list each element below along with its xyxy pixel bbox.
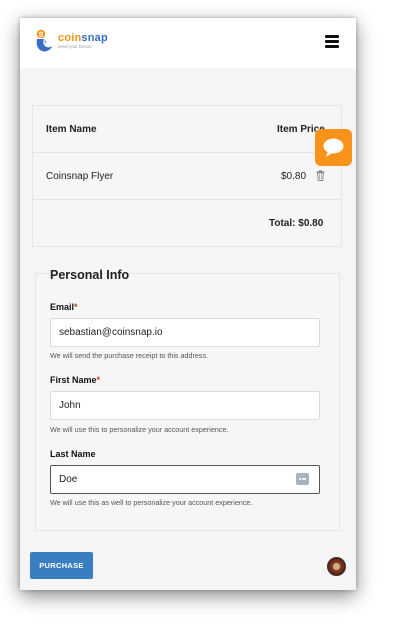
cart-total-row: Total: $0.80	[33, 200, 341, 247]
first-name-field[interactable]: John	[50, 391, 320, 420]
trash-icon[interactable]	[316, 170, 325, 182]
avatar[interactable]	[327, 557, 346, 576]
svg-text:₿: ₿	[39, 32, 44, 39]
cart-item-row: Coinsnap Flyer $0.80	[33, 153, 341, 200]
phone-frame: ₿ coinsnap send your bitcoin Item Name I…	[20, 18, 356, 590]
hamburger-menu-icon[interactable]	[325, 35, 339, 48]
cart-header-row: Item Name Item Price	[33, 106, 341, 153]
brand-name: coinsnap	[58, 31, 108, 44]
first-name-label: First Name*	[50, 375, 101, 385]
chat-bubble-icon[interactable]	[315, 129, 352, 166]
email-label: Email*	[50, 302, 78, 312]
last-name-field[interactable]: Doe	[50, 465, 320, 494]
email-field[interactable]: sebastian@coinsnap.io	[50, 318, 320, 347]
last-name-value: Doe	[59, 474, 78, 485]
section-title: Personal Info	[50, 268, 130, 282]
password-manager-icon[interactable]	[296, 473, 309, 485]
item-price: $0.80	[281, 171, 307, 182]
cart-total: Total: $0.80	[269, 218, 324, 229]
cart-table: Item Name Item Price Coinsnap Flyer $0.8…	[32, 105, 342, 247]
last-name-label: Last Name	[50, 449, 96, 459]
brand-tagline: send your bitcoin	[58, 43, 93, 49]
first-name-help: We will use this to personalize your acc…	[50, 425, 229, 434]
purchase-button[interactable]: PURCHASE	[30, 552, 93, 579]
last-name-help: We will use this as well to personalize …	[50, 498, 253, 507]
coinsnap-logo-icon: ₿	[35, 29, 55, 53]
item-name: Coinsnap Flyer	[46, 171, 114, 182]
site-header: ₿ coinsnap send your bitcoin	[20, 18, 356, 68]
col-item-name: Item Name	[46, 124, 97, 135]
brand-logo[interactable]: ₿ coinsnap send your bitcoin	[35, 29, 108, 53]
email-help: We will send the purchase receipt to thi…	[50, 351, 209, 360]
